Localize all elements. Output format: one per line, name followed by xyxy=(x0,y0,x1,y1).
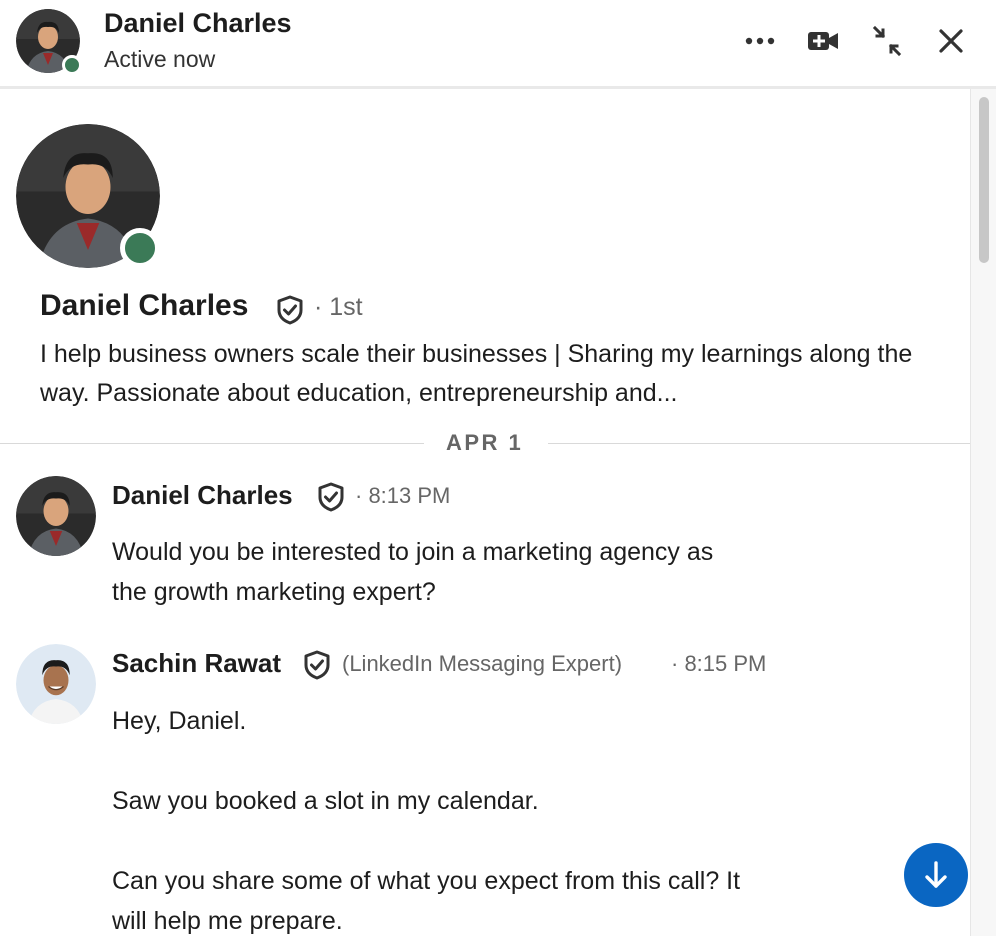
sachin-avatar-image xyxy=(16,644,96,724)
more-options-icon[interactable] xyxy=(743,24,777,58)
online-status-dot xyxy=(62,55,82,75)
message-line: Would you be interested to join a market… xyxy=(112,538,714,566)
scroll-to-latest-button[interactable] xyxy=(904,843,968,907)
close-icon[interactable] xyxy=(934,24,968,58)
scrollbar-thumb[interactable] xyxy=(979,97,989,263)
verified-badge-icon xyxy=(317,482,345,517)
message-avatar-sachin[interactable] xyxy=(16,644,96,724)
header-contact-name[interactable]: Daniel Charles xyxy=(104,8,292,39)
message-text: Hey, Daniel. Saw you booked a slot in my… xyxy=(112,701,740,936)
message-line: Saw you booked a slot in my calendar. xyxy=(112,787,539,815)
verified-badge-icon xyxy=(276,295,304,330)
date-divider-line-left xyxy=(0,443,424,444)
connection-degree: · 1st xyxy=(314,293,363,321)
verified-badge-icon xyxy=(303,650,331,685)
sender-subtitle: (LinkedIn Messaging Expert) xyxy=(342,651,623,676)
header-avatar[interactable] xyxy=(16,9,82,75)
message-timestamp: · 8:13 PM xyxy=(355,483,451,508)
date-divider-label: APR 1 xyxy=(446,430,524,455)
video-call-icon[interactable] xyxy=(806,24,840,58)
message-line: Hey, Daniel. xyxy=(112,707,247,735)
online-status-dot xyxy=(120,228,160,268)
message-line: Can you share some of what you expect fr… xyxy=(112,867,741,895)
minimize-icon[interactable] xyxy=(870,24,904,58)
profile-avatar[interactable] xyxy=(16,124,160,268)
message-timestamp: · 8:15 PM xyxy=(671,651,767,676)
message-text: Would you be interested to join a market… xyxy=(112,532,713,612)
message-sender-name[interactable]: Sachin Rawat xyxy=(112,648,281,679)
message-line: the growth marketing expert? xyxy=(112,578,436,606)
message-thread[interactable]: Daniel Charles · 1st I help business own… xyxy=(0,89,970,936)
profile-name[interactable]: Daniel Charles xyxy=(40,289,248,323)
message-sender-name[interactable]: Daniel Charles xyxy=(112,480,293,511)
chat-header: Daniel Charles Active now xyxy=(0,0,996,89)
message-line: will help me prepare. xyxy=(112,907,343,935)
arrow-down-icon xyxy=(925,861,947,888)
daniel-avatar-image xyxy=(16,476,96,556)
header-active-status: Active now xyxy=(104,46,216,72)
message-avatar-daniel[interactable] xyxy=(16,476,96,556)
profile-headline: I help business owners scale their busin… xyxy=(40,340,913,407)
date-divider-line-right xyxy=(548,443,970,444)
thread-scrollbar[interactable] xyxy=(970,89,996,936)
